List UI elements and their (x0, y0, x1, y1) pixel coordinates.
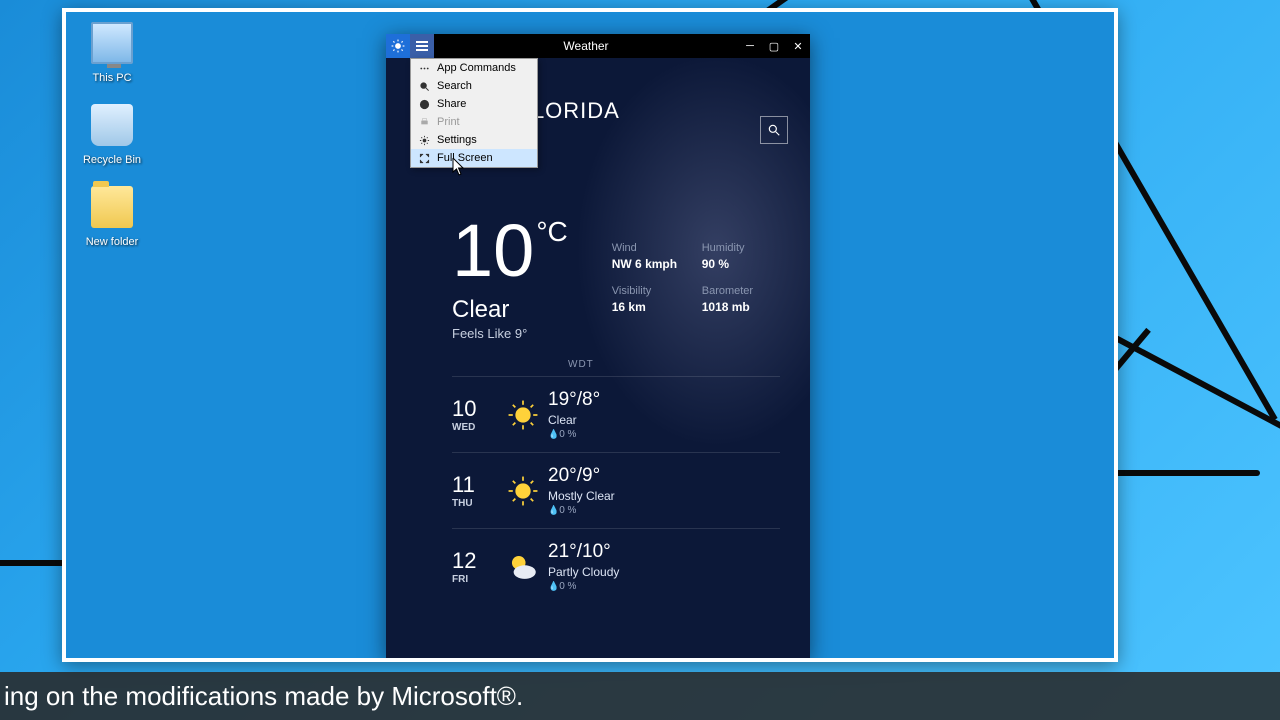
search-icon (767, 123, 781, 137)
forecast-precip: 0 % (548, 581, 780, 592)
pc-icon (91, 22, 133, 64)
wind-label: Wind (612, 242, 702, 254)
desktop-icon-recycle-bin[interactable]: Recycle Bin (74, 104, 150, 168)
forecast-list: 10WED 19°/8° Clear 0 % 11THU 20°/9° Mostly Cle… (452, 376, 780, 604)
barometer-label: Barometer (702, 285, 792, 297)
app-icon (386, 34, 410, 58)
folder-icon (91, 186, 133, 228)
titlebar[interactable]: Weather ─ ▢ ✕ (386, 34, 810, 58)
forecast-dow: FRI (452, 574, 498, 585)
humidity-value: 90 % (702, 257, 792, 271)
wind-value: NW 6 kmph (612, 257, 702, 271)
forecast-dow: THU (452, 498, 498, 509)
menu-search[interactable]: Search (411, 77, 537, 95)
menu-share[interactable]: Share (411, 95, 537, 113)
ellipsis-icon (417, 63, 431, 74)
current-condition: Clear (452, 296, 568, 324)
monitor-frame: This PC Recycle Bin New folder Weather ─ (62, 8, 1118, 662)
menu-app-commands[interactable]: App Commands (411, 59, 537, 77)
forecast-hilo: 19°/8° (548, 389, 780, 411)
feels-like: Feels Like 9° (452, 326, 568, 341)
window-title: Weather (434, 39, 738, 53)
forecast-hilo: 21°/10° (548, 541, 780, 563)
hamburger-menu-button[interactable] (410, 34, 434, 58)
visibility-label: Visibility (612, 285, 702, 297)
minimize-button[interactable]: ─ (738, 34, 762, 58)
search-icon (417, 81, 431, 92)
app-menu-dropdown: App Commands Search Share Print Settings… (410, 58, 538, 168)
forecast-daynum: 10 (452, 396, 498, 422)
forecast-condition: Mostly Clear (548, 489, 780, 503)
sun-icon (498, 398, 548, 432)
forecast-day[interactable]: 12FRI 21°/10° Partly Cloudy 0 % (452, 528, 780, 604)
forecast-precip: 0 % (548, 505, 780, 516)
wdt-label: WDT (568, 359, 780, 370)
recycle-bin-icon (91, 104, 133, 146)
temp-unit: °C (536, 218, 567, 288)
desktop-icon-new-folder[interactable]: New folder (74, 186, 150, 250)
menu-settings[interactable]: Settings (411, 131, 537, 149)
desktop-icon-this-pc[interactable]: This PC (74, 22, 150, 86)
print-icon (417, 117, 431, 128)
forecast-condition: Clear (548, 413, 780, 427)
forecast-daynum: 12 (452, 548, 498, 574)
humidity-label: Humidity (702, 242, 792, 254)
current-temp: 10 (452, 214, 534, 288)
close-button[interactable]: ✕ (786, 34, 810, 58)
forecast-condition: Partly Cloudy (548, 565, 780, 579)
forecast-hilo: 20°/9° (548, 465, 780, 487)
icon-label: This PC (92, 72, 131, 84)
maximize-button[interactable]: ▢ (762, 34, 786, 58)
forecast-day[interactable]: 11THU 20°/9° Mostly Clear 0 % (452, 452, 780, 528)
icon-label: New folder (86, 236, 139, 248)
barometer-value: 1018 mb (702, 300, 792, 314)
forecast-dow: WED (452, 422, 498, 433)
menu-print: Print (411, 113, 537, 131)
sun-icon (498, 474, 548, 508)
menu-full-screen[interactable]: Full Screen (411, 149, 537, 167)
partly-cloudy-icon (498, 550, 548, 584)
forecast-precip: 0 % (548, 429, 780, 440)
forecast-day[interactable]: 10WED 19°/8° Clear 0 % (452, 376, 780, 452)
video-caption: ing on the modifications made by Microso… (0, 672, 1280, 720)
search-button[interactable] (760, 116, 788, 144)
gear-icon (417, 135, 431, 146)
share-icon (417, 99, 431, 110)
forecast-daynum: 11 (452, 472, 498, 498)
visibility-value: 16 km (612, 300, 702, 314)
fullscreen-icon (417, 153, 431, 164)
icon-label: Recycle Bin (83, 154, 141, 166)
